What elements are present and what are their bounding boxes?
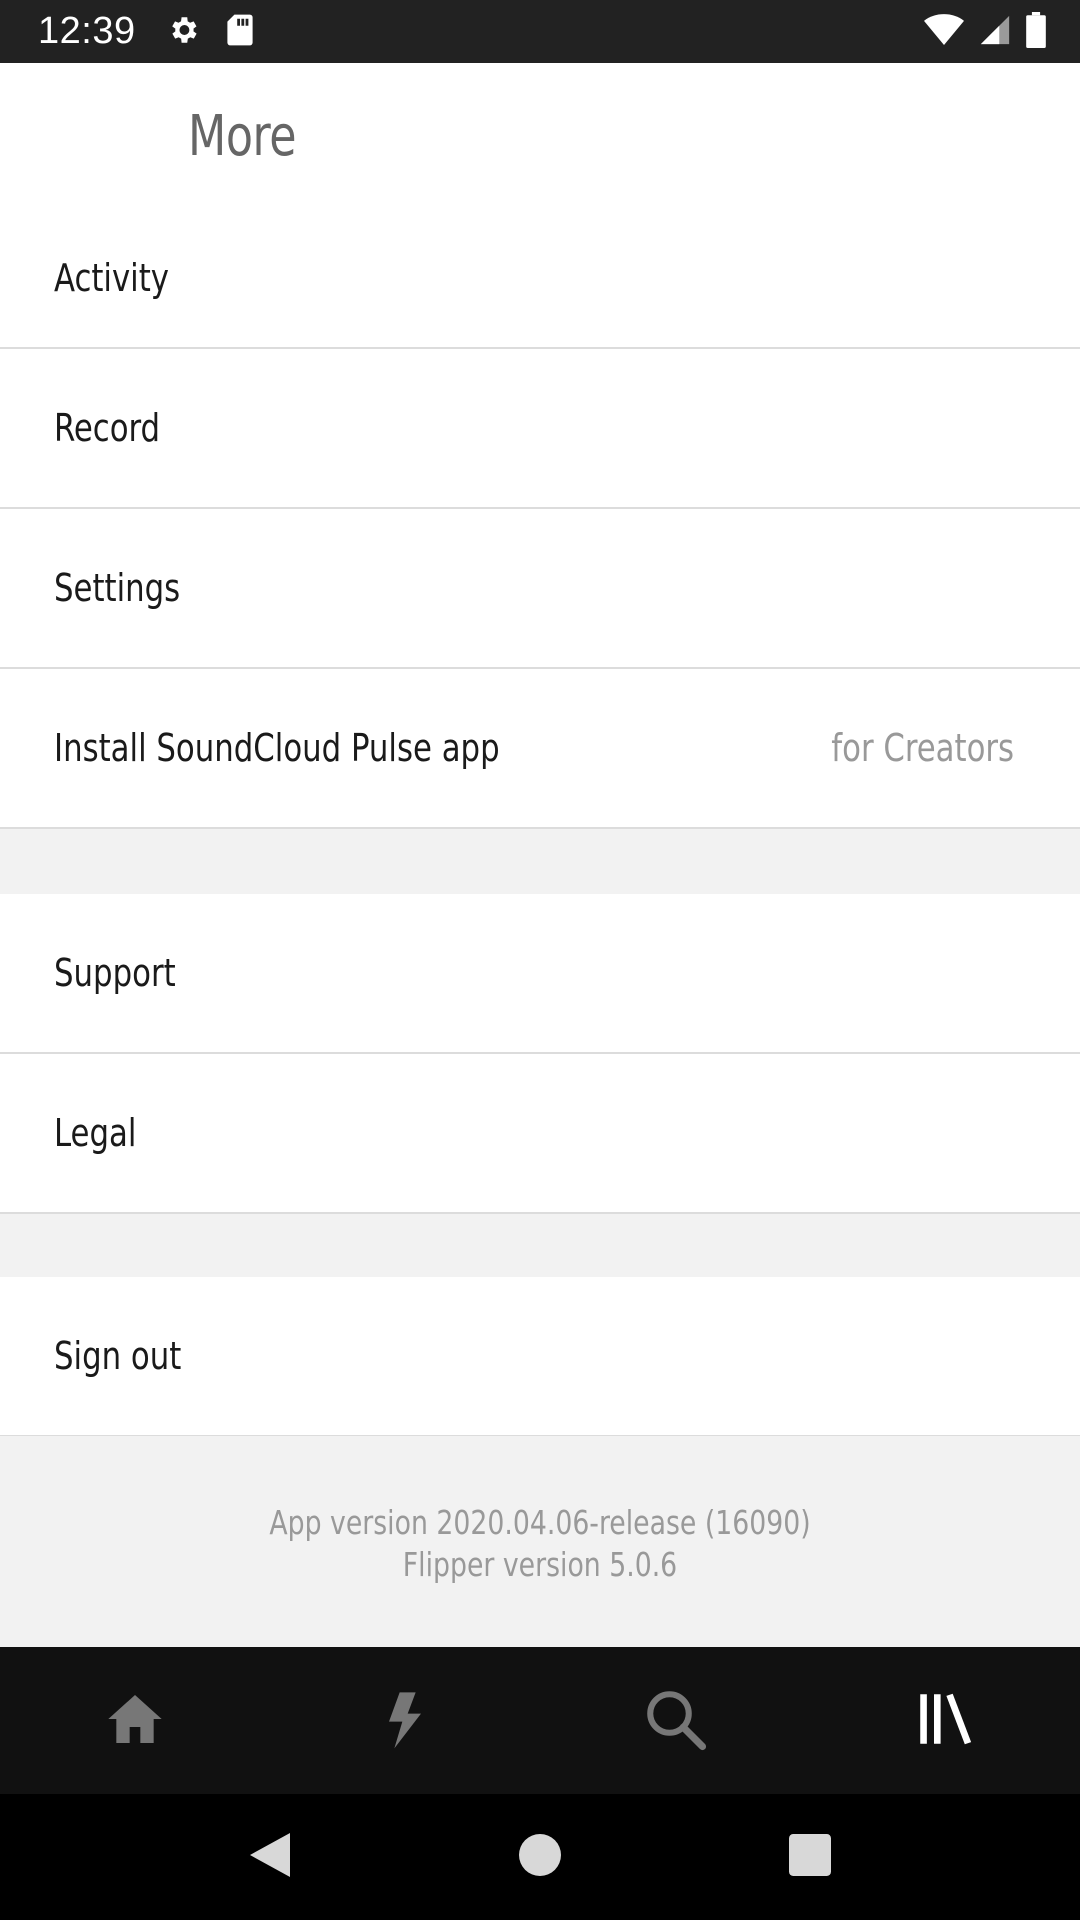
menu-item-label: Sign out	[54, 1334, 182, 1378]
page-title: More	[188, 104, 297, 169]
menu-item-sign-out[interactable]: Sign out	[0, 1277, 1080, 1437]
wifi-icon	[924, 13, 964, 51]
tab-stream[interactable]	[270, 1647, 540, 1794]
menu-item-label: Support	[54, 951, 176, 995]
menu-item-record[interactable]: Record	[0, 349, 1080, 509]
section-spacer	[0, 1214, 1080, 1277]
sd-card-icon	[226, 13, 254, 51]
nav-back-button[interactable]	[135, 1794, 405, 1920]
stream-lightning-icon	[373, 1687, 437, 1755]
nav-recents-button[interactable]	[675, 1794, 945, 1920]
system-nav-bar	[0, 1794, 1080, 1920]
search-icon	[642, 1686, 708, 1756]
menu-item-label: Settings	[54, 566, 181, 610]
tab-search[interactable]	[540, 1647, 810, 1794]
status-icons-left	[166, 13, 254, 51]
menu-item-hint: for Creators	[831, 726, 1014, 770]
menu-item-label: Install SoundCloud Pulse app	[54, 726, 500, 770]
version-footer: App version 2020.04.06-release (16090) F…	[0, 1436, 1080, 1647]
header: More	[0, 63, 1080, 208]
menu-item-label: Legal	[54, 1111, 137, 1155]
status-time: 12:39	[38, 10, 136, 52]
tab-library[interactable]	[810, 1647, 1080, 1794]
home-icon	[103, 1687, 167, 1755]
section-spacer	[0, 829, 1080, 894]
signal-icon	[978, 13, 1012, 51]
menu-item-install-pulse[interactable]: Install SoundCloud Pulse app for Creator…	[0, 669, 1080, 829]
menu-item-activity[interactable]: Activity	[0, 208, 1080, 349]
recents-square-icon	[789, 1834, 831, 1880]
flipper-version-text: Flipper version 5.0.6	[402, 1545, 678, 1584]
bottom-tab-bar	[0, 1647, 1080, 1794]
menu-item-label: Record	[54, 406, 161, 450]
nav-home-button[interactable]	[405, 1794, 675, 1920]
menu-item-label: Activity	[54, 255, 169, 300]
battery-icon	[1026, 11, 1046, 52]
app-version-text: App version 2020.04.06-release (16090)	[269, 1503, 811, 1542]
settings-gear-icon	[166, 13, 200, 51]
library-icon	[912, 1686, 978, 1756]
menu-item-settings[interactable]: Settings	[0, 509, 1080, 669]
menu-item-support[interactable]: Support	[0, 894, 1080, 1054]
status-bar: 12:39	[0, 0, 1080, 63]
status-icons-right	[924, 0, 1046, 63]
menu-item-legal[interactable]: Legal	[0, 1054, 1080, 1214]
home-circle-icon	[519, 1834, 561, 1880]
back-icon	[248, 1830, 292, 1884]
tab-home[interactable]	[0, 1647, 270, 1794]
